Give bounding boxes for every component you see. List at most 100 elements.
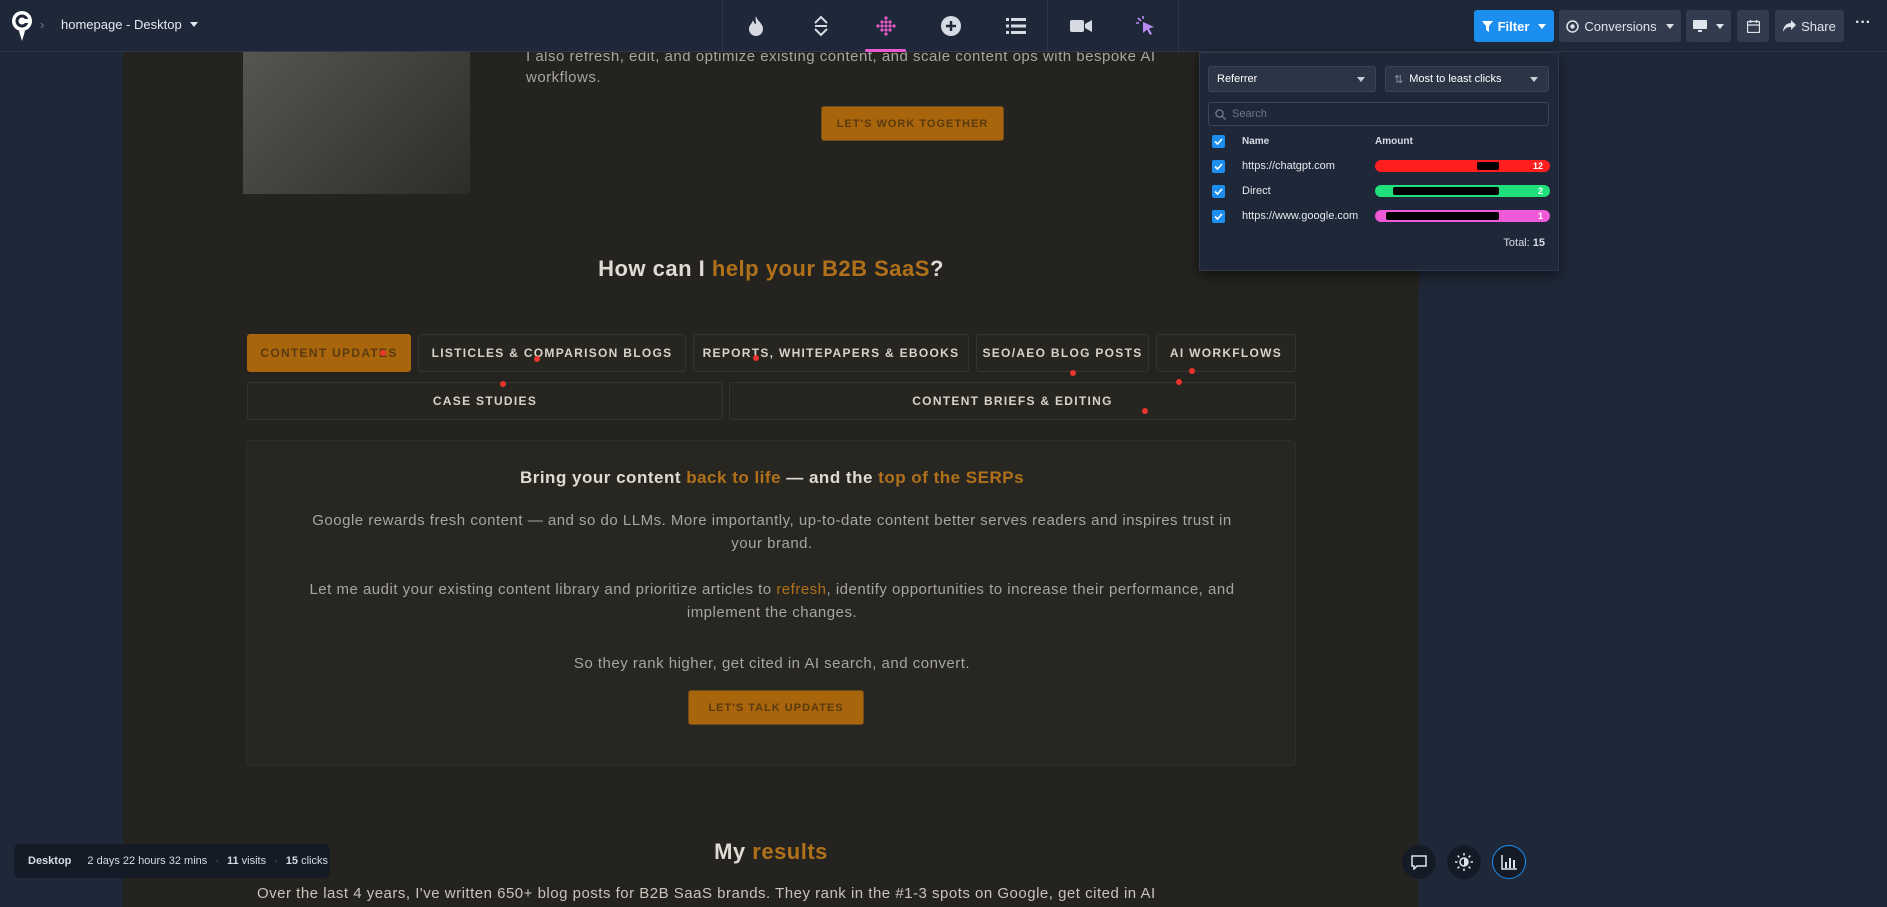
talk-updates-button[interactable]: LET'S TALK UPDATES [688,690,864,725]
tool-list[interactable] [983,0,1048,52]
row-checkbox[interactable] [1212,185,1225,198]
referrer-amount-value: 12 [1532,161,1543,171]
sun-icon [1455,853,1473,871]
chevron-down-icon [1530,76,1538,82]
tab-reports[interactable]: REPORTS, WHITEPAPERS & EBOOKS [693,334,969,372]
visits-count: 11 visits [227,855,266,867]
separator: · [274,855,278,867]
tool-clickmap[interactable] [853,0,918,52]
card-title: Bring your content back to life — and th… [247,468,1297,488]
click-dot[interactable] [1070,370,1076,376]
results-heading-part1: My [714,839,753,864]
page-selector-label: homepage - Desktop [61,17,182,32]
bar-marker [1477,162,1499,170]
referrer-amount-value: 2 [1537,186,1543,196]
device-selector[interactable] [1686,10,1731,42]
theme-toggle-button[interactable] [1447,845,1481,879]
row-checkbox[interactable] [1212,210,1225,223]
cursor-click-icon [1135,16,1154,35]
help-heading-part3: ? [929,256,944,281]
click-dot[interactable] [1142,408,1148,414]
page-selector[interactable]: homepage - Desktop [61,17,198,32]
total-label: Total: [1503,237,1530,249]
check-icon [1214,138,1223,145]
referrer-amount-bar: 1 [1375,210,1550,222]
filter-button[interactable]: Filter [1474,10,1554,42]
conversions-button-label: Conversions [1584,18,1657,34]
work-together-button[interactable]: LET'S WORK TOGETHER [821,106,1004,141]
check-icon [1214,163,1223,170]
bar-marker [1393,187,1499,195]
tool-heatmap[interactable] [723,0,788,52]
check-icon [1214,213,1223,220]
clicks-count: 15 clicks [286,855,328,867]
click-dot[interactable] [500,381,506,387]
tab-case-studies[interactable]: CASE STUDIES [247,382,723,420]
chat-bubble-icon [1411,854,1427,870]
app-logo-icon[interactable] [11,10,33,42]
click-dot[interactable] [534,356,540,362]
tab-listicles[interactable]: LISTICLES & COMPARISON BLOGS [418,334,686,372]
total-clicks: Total: 15 [1503,237,1545,249]
help-heading-part1: How can I [598,256,712,281]
tab-content-updates[interactable]: CONTENT UPDATES [247,334,411,372]
funnel-icon [1481,20,1493,32]
row-checkbox[interactable] [1212,160,1225,173]
session-status-bar: Desktop 2 days 22 hours 32 mins · 11 vis… [14,844,330,878]
list-icon [1005,18,1026,34]
more-menu-icon[interactable]: ··· [1855,14,1871,32]
filter-button-label: Filter [1497,18,1530,34]
tool-recordings[interactable] [1048,0,1113,52]
share-arrow-icon [1783,20,1797,32]
tab-ai-workflows[interactable]: AI WORKFLOWS [1156,334,1296,372]
video-camera-icon [1069,20,1092,32]
search-input[interactable]: Search [1208,102,1549,126]
click-dot[interactable] [1189,368,1195,374]
sort-select[interactable]: ⇅ Most to least clicks [1385,66,1549,92]
help-heading-highlight: help your B2B SaaS [711,256,930,281]
chevron-down-icon [1716,23,1724,29]
bar-chart-icon [1501,854,1517,870]
filter-panel: Referrer ⇅ Most to least clicks Search N… [1199,52,1559,271]
card-title-highlight2: top of the SERPs [878,468,1025,487]
tool-add[interactable] [918,0,983,52]
chevron-down-icon [1665,23,1674,29]
card-paragraph-3: So they rank higher, get cited in AI sea… [573,655,971,672]
dot-grid-icon [875,16,896,36]
scroll-arrows-icon [813,15,828,37]
clicks-label: clicks [301,855,328,867]
content-updates-card: Bring your content back to life — and th… [246,440,1296,766]
tool-element-select[interactable] [1113,0,1178,52]
share-button-label: Share [1801,18,1836,34]
chevron-down-icon [1538,23,1547,29]
intro-text-line2: workflows. [526,69,602,86]
heatmap-tools [722,0,1048,52]
card-title-part1: Bring your content [519,468,687,487]
calendar-icon [1746,19,1760,33]
click-dot[interactable] [753,355,759,361]
sort-icon: ⇅ [1394,73,1404,86]
stats-button[interactable] [1492,845,1526,879]
card-title-highlight1: back to life [686,468,782,487]
column-header-name: Name [1242,136,1270,147]
referrer-amount-value: 1 [1537,211,1543,221]
visits-number: 11 [226,855,239,867]
target-icon [1566,19,1580,33]
group-by-select[interactable]: Referrer [1208,66,1376,92]
share-button[interactable]: Share [1775,10,1844,42]
tab-seo-blog-posts[interactable]: SEO/AEO BLOG POSTS [976,334,1149,372]
card-paragraph-2-highlight: refresh [776,581,827,598]
intro-text-line1: I also refresh, edit, and optimize exist… [526,52,1156,65]
comments-button[interactable] [1402,845,1436,879]
card-paragraph-1: Google rewards fresh content — and so do… [312,512,1232,552]
click-dot[interactable] [380,350,386,356]
tool-scrollmap[interactable] [788,0,853,52]
results-heading-highlight: results [752,839,828,864]
plus-circle-icon [940,16,961,36]
tab-content-briefs[interactable]: CONTENT BRIEFS & EDITING [729,382,1296,420]
click-dot[interactable] [1176,379,1182,385]
conversions-button[interactable]: Conversions [1559,10,1681,42]
card-title-part3: — and the [781,468,879,487]
date-range-button[interactable] [1737,10,1769,42]
select-all-checkbox[interactable] [1212,135,1225,148]
